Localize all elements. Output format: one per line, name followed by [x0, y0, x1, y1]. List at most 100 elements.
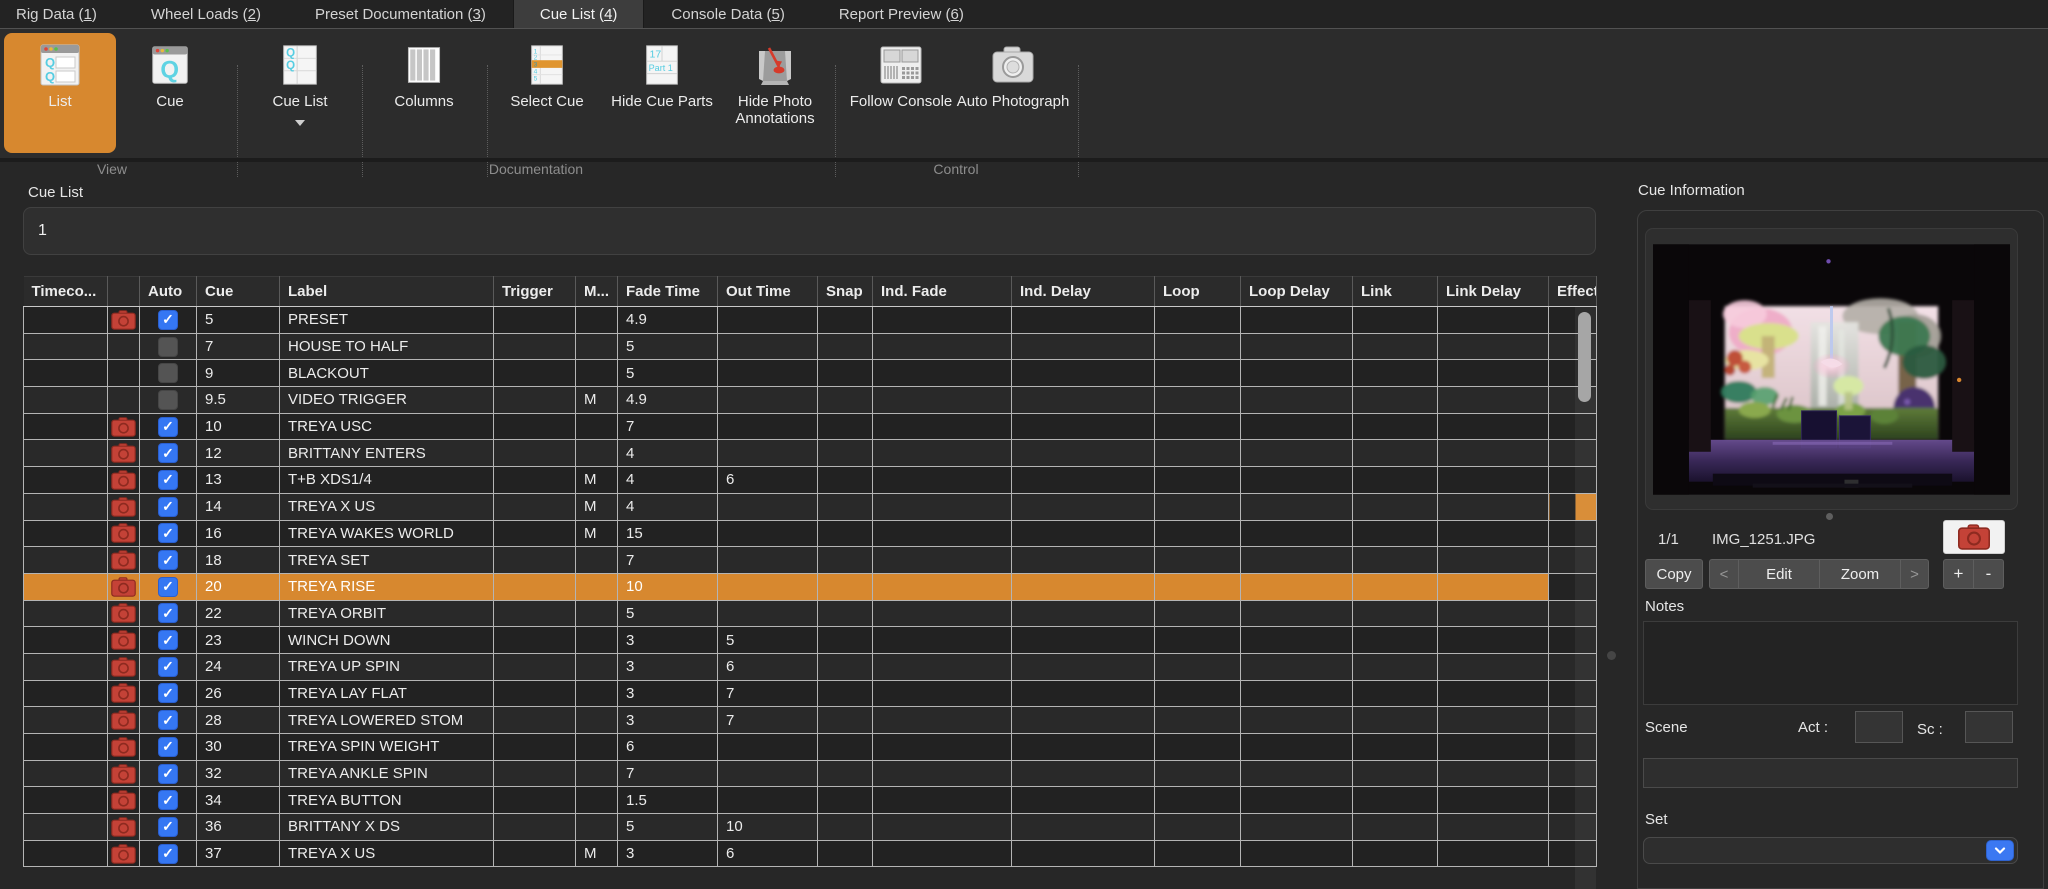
auto-checkbox[interactable]: ✓: [158, 497, 178, 517]
out-cell[interactable]: [718, 760, 818, 787]
loop_delay-cell[interactable]: [1241, 734, 1353, 761]
snap-cell[interactable]: [818, 307, 873, 334]
link_delay-cell[interactable]: [1438, 493, 1549, 520]
fade-cell[interactable]: 3: [618, 627, 718, 654]
hide-photo-annotations-button[interactable]: Hide Photo Annotations: [712, 33, 838, 153]
ind_fade-cell[interactable]: [873, 734, 1012, 761]
effect-cell[interactable]: [1549, 493, 1597, 520]
tab-preset-documentation[interactable]: Preset Documentation (3): [288, 0, 513, 28]
photo-cell[interactable]: [108, 734, 140, 761]
out-cell[interactable]: [718, 600, 818, 627]
loop_delay-cell[interactable]: [1241, 413, 1353, 440]
out-cell[interactable]: [718, 387, 818, 414]
photo-cell[interactable]: [108, 493, 140, 520]
effect-cell[interactable]: [1549, 440, 1597, 467]
m-cell[interactable]: M: [576, 467, 618, 494]
out-cell[interactable]: 7: [718, 707, 818, 734]
cue-cell[interactable]: 36: [197, 814, 280, 841]
cue-cell[interactable]: 30: [197, 734, 280, 761]
fade-cell[interactable]: 4.9: [618, 307, 718, 334]
cue-cell[interactable]: 10: [197, 413, 280, 440]
snap-cell[interactable]: [818, 627, 873, 654]
label-cell[interactable]: TREYA RISE: [280, 573, 494, 600]
link-cell[interactable]: [1353, 840, 1438, 867]
fade-cell[interactable]: 15: [618, 520, 718, 547]
photo-cell[interactable]: [108, 520, 140, 547]
out-cell[interactable]: [718, 493, 818, 520]
snap-cell[interactable]: [818, 387, 873, 414]
cue-row-28[interactable]: ✓28TREYA LOWERED STOM37: [24, 707, 1597, 734]
auto-checkbox[interactable]: ✓: [158, 790, 178, 810]
column-header-loop[interactable]: Loop: [1155, 277, 1241, 307]
fade-cell[interactable]: 4.9: [618, 387, 718, 414]
zoom-button[interactable]: Zoom: [1819, 559, 1901, 589]
column-header-m[interactable]: M...: [576, 277, 618, 307]
column-header-effect[interactable]: Effect: [1549, 277, 1597, 307]
ind_delay-cell[interactable]: [1012, 600, 1155, 627]
link-cell[interactable]: [1353, 760, 1438, 787]
ind_fade-cell[interactable]: [873, 387, 1012, 414]
m-cell[interactable]: M: [576, 840, 618, 867]
m-cell[interactable]: [576, 734, 618, 761]
cue-cell[interactable]: 28: [197, 707, 280, 734]
link_delay-cell[interactable]: [1438, 760, 1549, 787]
fade-cell[interactable]: 7: [618, 413, 718, 440]
out-cell[interactable]: [718, 307, 818, 334]
ind_fade-cell[interactable]: [873, 467, 1012, 494]
timecode-cell[interactable]: [24, 707, 108, 734]
loop_delay-cell[interactable]: [1241, 547, 1353, 574]
cue-photo[interactable]: [1653, 244, 2010, 495]
loop_delay-cell[interactable]: [1241, 627, 1353, 654]
loop_delay-cell[interactable]: [1241, 333, 1353, 360]
loop-cell[interactable]: [1155, 653, 1241, 680]
ind_delay-cell[interactable]: [1012, 520, 1155, 547]
out-cell[interactable]: 7: [718, 680, 818, 707]
column-header-auto[interactable]: Auto: [140, 277, 197, 307]
loop-cell[interactable]: [1155, 413, 1241, 440]
timecode-cell[interactable]: [24, 520, 108, 547]
cue-cell[interactable]: 34: [197, 787, 280, 814]
ind_fade-cell[interactable]: [873, 413, 1012, 440]
loop_delay-cell[interactable]: [1241, 840, 1353, 867]
m-cell[interactable]: [576, 653, 618, 680]
snap-cell[interactable]: [818, 413, 873, 440]
column-header-link_delay[interactable]: Link Delay: [1438, 277, 1549, 307]
ind_delay-cell[interactable]: [1012, 627, 1155, 654]
auto-checkbox[interactable]: ✓: [158, 710, 178, 730]
link-cell[interactable]: [1353, 814, 1438, 841]
m-cell[interactable]: [576, 440, 618, 467]
auto-cell[interactable]: ✓: [140, 840, 197, 867]
take-photo-button[interactable]: [1943, 520, 2005, 554]
ind_delay-cell[interactable]: [1012, 680, 1155, 707]
tab-cue-list[interactable]: Cue List (4): [513, 0, 645, 28]
timecode-cell[interactable]: [24, 814, 108, 841]
ind_delay-cell[interactable]: [1012, 653, 1155, 680]
effect-cell[interactable]: [1549, 467, 1597, 494]
loop-cell[interactable]: [1155, 360, 1241, 387]
trigger-cell[interactable]: [494, 333, 576, 360]
auto-cell[interactable]: [140, 333, 197, 360]
photo-cell[interactable]: [108, 413, 140, 440]
auto-checkbox[interactable]: ✓: [158, 817, 178, 837]
out-cell[interactable]: [718, 787, 818, 814]
trigger-cell[interactable]: [494, 707, 576, 734]
snap-cell[interactable]: [818, 814, 873, 841]
snap-cell[interactable]: [818, 787, 873, 814]
m-cell[interactable]: [576, 547, 618, 574]
tab-report-preview[interactable]: Report Preview (6): [812, 0, 991, 28]
m-cell[interactable]: [576, 307, 618, 334]
photo-cell[interactable]: [108, 440, 140, 467]
m-cell[interactable]: [576, 787, 618, 814]
photo-cell[interactable]: [108, 680, 140, 707]
loop-cell[interactable]: [1155, 760, 1241, 787]
table-scrollbar-thumb[interactable]: [1578, 312, 1591, 402]
loop-cell[interactable]: [1155, 547, 1241, 574]
auto-checkbox[interactable]: ✓: [158, 737, 178, 757]
trigger-cell[interactable]: [494, 493, 576, 520]
effect-cell[interactable]: [1549, 707, 1597, 734]
label-cell[interactable]: TREYA SPIN WEIGHT: [280, 734, 494, 761]
out-cell[interactable]: [718, 440, 818, 467]
link-cell[interactable]: [1353, 413, 1438, 440]
auto-cell[interactable]: ✓: [140, 520, 197, 547]
loop-cell[interactable]: [1155, 493, 1241, 520]
